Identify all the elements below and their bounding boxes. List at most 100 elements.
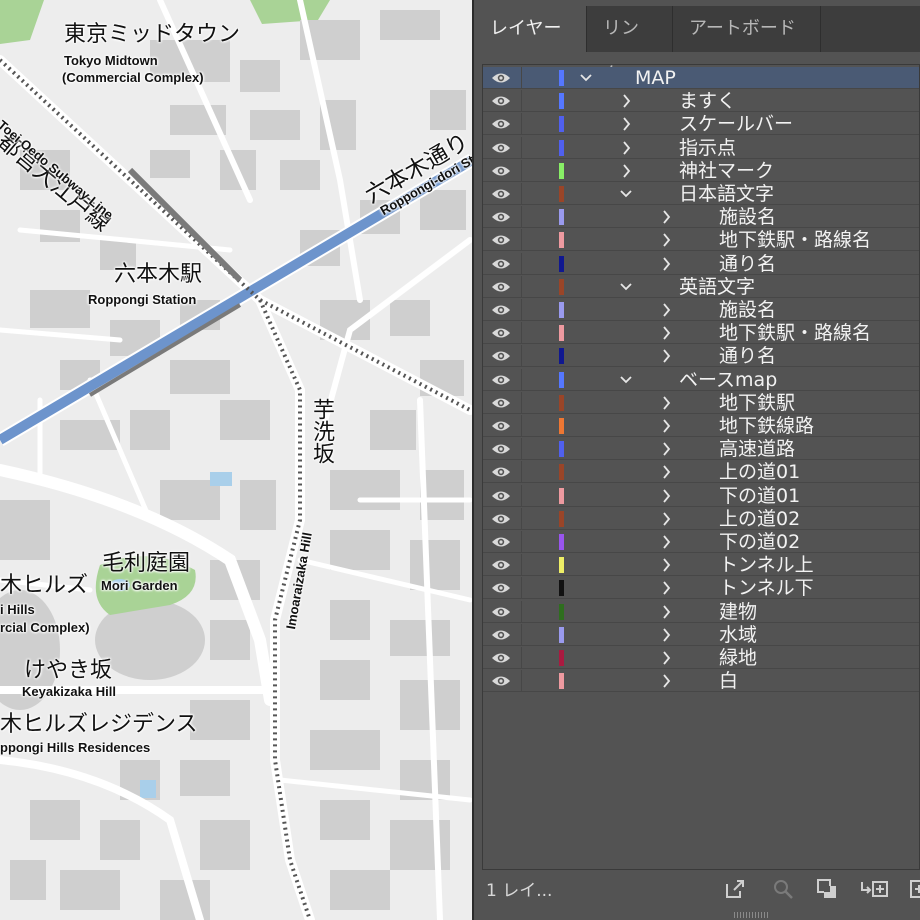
chevron-right-icon[interactable] [659, 487, 673, 505]
chevron-right-icon[interactable] [659, 231, 673, 249]
chevron-right-icon[interactable] [659, 579, 673, 597]
layer-row[interactable]: 英語文字 [483, 275, 919, 298]
chevron-right-icon[interactable] [619, 115, 633, 133]
visibility-eye-icon[interactable] [491, 94, 511, 108]
lock-toggle-slot[interactable] [521, 345, 522, 368]
layer-name[interactable]: ますく [679, 90, 736, 112]
layer-row[interactable]: 緑地 [483, 647, 919, 669]
lock-toggle-slot[interactable] [521, 299, 522, 321]
layer-name[interactable]: 地下鉄駅・路線名 [719, 322, 871, 344]
lock-toggle-slot[interactable] [521, 507, 522, 530]
layer-name[interactable]: 上の道01 [719, 461, 800, 483]
layer-name[interactable]: 上の道02 [719, 508, 800, 530]
chevron-right-icon[interactable] [619, 139, 633, 157]
visibility-eye-icon[interactable] [491, 164, 511, 178]
layer-list[interactable]: MAP ますく スケールバー 指示点 神社マーク 日本語文字 施設名 地下鉄駅・路線名 通り名英… [482, 64, 920, 870]
chevron-right-icon[interactable] [659, 347, 673, 365]
lock-toggle-slot[interactable] [521, 391, 522, 414]
layer-row[interactable]: 下の道01 [483, 484, 919, 507]
layer-row[interactable]: 白 [483, 670, 919, 693]
lock-toggle-slot[interactable] [521, 67, 522, 89]
lock-toggle-slot[interactable] [521, 136, 522, 159]
visibility-eye-icon[interactable] [491, 396, 511, 410]
new-layer-icon[interactable] [908, 878, 920, 900]
layer-row[interactable]: 指示点 [483, 136, 919, 159]
tab-artboards[interactable]: アートボード [673, 6, 821, 52]
visibility-eye-icon[interactable] [491, 349, 511, 363]
layer-name[interactable]: トンネル下 [719, 577, 814, 599]
layer-row[interactable]: 水域 [483, 623, 919, 646]
layer-row[interactable]: スケールバー [483, 113, 919, 136]
lock-toggle-slot[interactable] [521, 461, 522, 484]
chevron-right-icon[interactable] [659, 533, 673, 551]
visibility-eye-icon[interactable] [491, 512, 511, 526]
visibility-eye-icon[interactable] [491, 465, 511, 479]
chevron-right-icon[interactable] [659, 208, 673, 226]
layer-name[interactable]: 神社マーク [679, 160, 774, 182]
tab-layers[interactable]: レイヤー [474, 6, 587, 52]
visibility-eye-icon[interactable] [491, 442, 511, 456]
layer-name[interactable]: 水域 [719, 624, 757, 646]
lock-toggle-slot[interactable] [521, 113, 522, 136]
layer-row[interactable]: 地下鉄駅 [483, 391, 919, 414]
visibility-eye-icon[interactable] [491, 628, 511, 642]
chevron-right-icon[interactable] [659, 603, 673, 621]
layer-name[interactable]: 白 [719, 670, 738, 692]
layer-name[interactable]: 緑地 [719, 647, 757, 669]
layer-row[interactable]: 下の道02 [483, 531, 919, 553]
lock-toggle-slot[interactable] [521, 623, 522, 646]
layer-row[interactable]: 施設名 [483, 299, 919, 321]
visibility-eye-icon[interactable] [491, 373, 511, 387]
visibility-eye-icon[interactable] [491, 419, 511, 433]
lock-toggle-slot[interactable] [521, 206, 522, 229]
layer-row[interactable]: 施設名 [483, 206, 919, 229]
layer-row[interactable]: 神社マーク [483, 159, 919, 182]
visibility-eye-icon[interactable] [491, 280, 511, 294]
visibility-eye-icon[interactable] [491, 535, 511, 549]
layer-name[interactable]: トンネル上 [719, 554, 814, 576]
lock-toggle-slot[interactable] [521, 252, 522, 275]
make-clipping-mask-icon[interactable] [816, 878, 838, 900]
visibility-eye-icon[interactable] [491, 233, 511, 247]
chevron-down-icon[interactable] [619, 185, 633, 203]
visibility-eye-icon[interactable] [491, 558, 511, 572]
layer-row[interactable]: トンネル上 [483, 554, 919, 577]
layer-name[interactable]: 指示点 [679, 137, 736, 159]
layer-name[interactable]: 通り名 [719, 345, 776, 367]
lock-toggle-slot[interactable] [521, 90, 522, 113]
export-icon[interactable] [724, 878, 746, 900]
locate-object-icon[interactable] [772, 878, 794, 900]
visibility-eye-icon[interactable] [491, 651, 511, 665]
lock-toggle-slot[interactable] [521, 670, 522, 693]
layer-row[interactable]: トンネル下 [483, 577, 919, 600]
layer-name[interactable]: ベースmap [679, 369, 777, 391]
layer-row[interactable]: MAP [483, 67, 919, 89]
lock-toggle-slot[interactable] [521, 322, 522, 345]
layer-row[interactable]: 上の道02 [483, 507, 919, 530]
layer-name[interactable]: 日本語文字 [679, 183, 774, 205]
lock-toggle-slot[interactable] [521, 368, 522, 391]
layer-name[interactable]: スケールバー [679, 113, 793, 135]
tab-links[interactable]: リンク [587, 6, 673, 85]
layer-name[interactable]: 施設名 [719, 206, 776, 228]
layer-row[interactable]: 地下鉄線路 [483, 415, 919, 437]
lock-toggle-slot[interactable] [521, 438, 522, 461]
layer-name[interactable]: 施設名 [719, 299, 776, 321]
visibility-eye-icon[interactable] [491, 326, 511, 340]
layer-row[interactable]: 高速道路 [483, 438, 919, 461]
chevron-right-icon[interactable] [659, 510, 673, 528]
map-canvas[interactable]: 東京ミッドタウン Tokyo Midtown (Commercial Compl… [0, 0, 472, 920]
lock-toggle-slot[interactable] [521, 229, 522, 252]
layer-name[interactable]: 高速道路 [719, 438, 795, 460]
layer-name[interactable]: 地下鉄駅・路線名 [719, 229, 871, 251]
chevron-right-icon[interactable] [659, 463, 673, 481]
visibility-eye-icon[interactable] [491, 674, 511, 688]
layer-name[interactable]: 通り名 [719, 253, 776, 275]
chevron-down-icon[interactable] [619, 278, 633, 296]
visibility-eye-icon[interactable] [491, 71, 511, 85]
chevron-right-icon[interactable] [619, 92, 633, 110]
chevron-right-icon[interactable] [659, 626, 673, 644]
chevron-right-icon[interactable] [659, 440, 673, 458]
visibility-eye-icon[interactable] [491, 303, 511, 317]
lock-toggle-slot[interactable] [521, 600, 522, 623]
